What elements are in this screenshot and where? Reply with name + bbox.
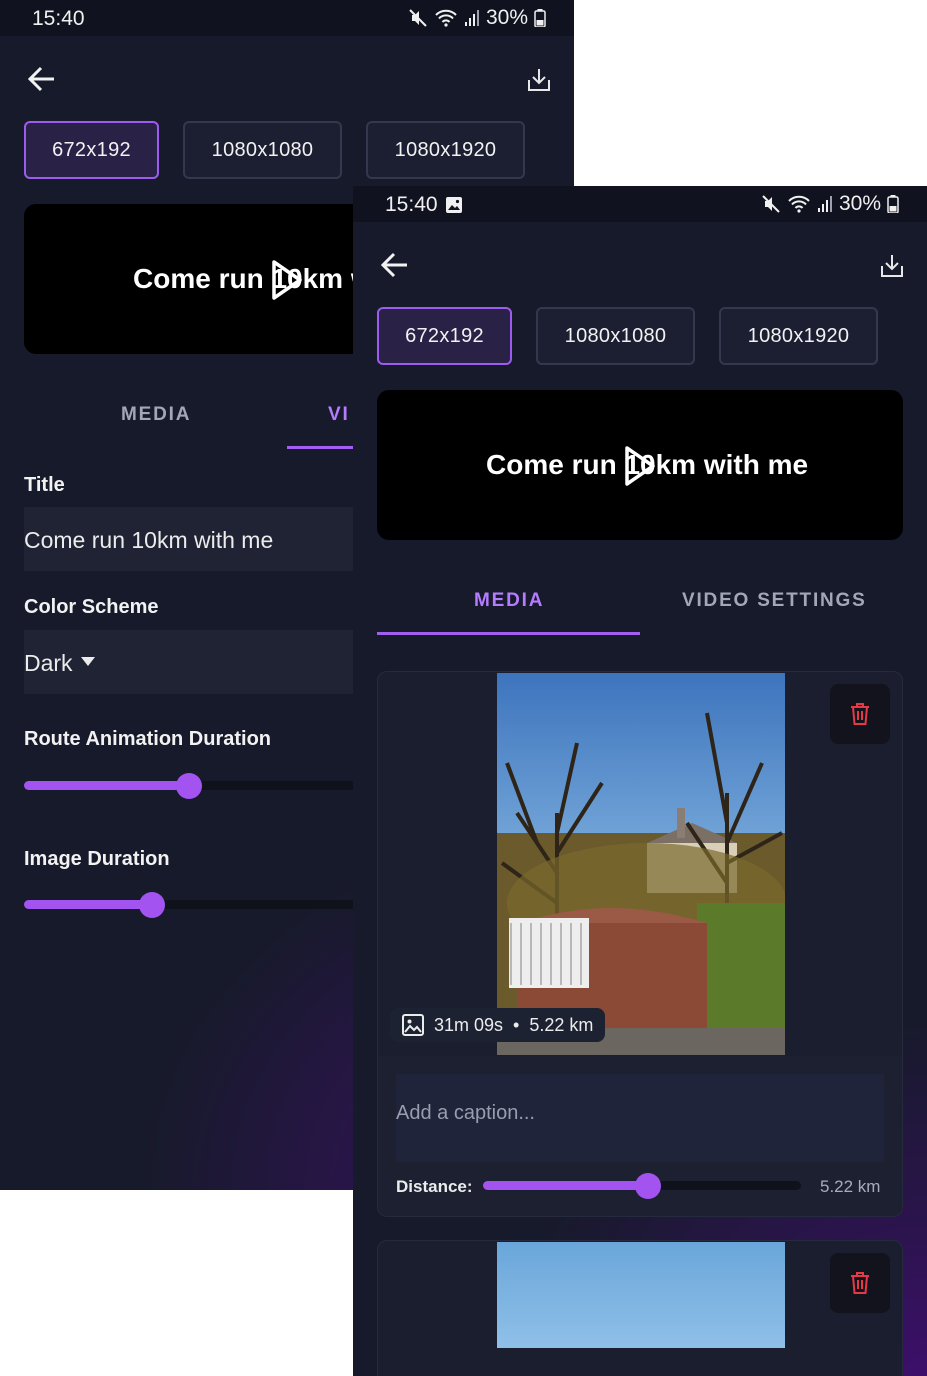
caret-down-icon: [81, 657, 95, 666]
size-button-672x192[interactable]: 672x192: [24, 121, 159, 179]
back-arrow-icon[interactable]: [379, 250, 411, 280]
status-bar: 15:40 30%: [0, 0, 574, 36]
tab-video-settings[interactable]: VIDEO SETTINGS: [682, 590, 867, 612]
delete-button[interactable]: [830, 1253, 890, 1313]
color-scheme-label: Color Scheme: [24, 596, 159, 618]
delete-button[interactable]: [830, 684, 890, 744]
back-arrow-icon[interactable]: [26, 64, 58, 94]
size-button-1080x1920[interactable]: 1080x1920: [719, 307, 878, 365]
distance-label: Distance:: [396, 1177, 473, 1196]
distance-slider[interactable]: [483, 1173, 801, 1199]
route-animation-label: Route Animation Duration: [24, 728, 272, 750]
battery-icon: [534, 9, 546, 27]
gallery-icon: [446, 197, 462, 213]
signal-icon: [817, 196, 832, 212]
mute-icon: [409, 9, 427, 27]
size-button-1080x1920[interactable]: 1080x1920: [366, 121, 525, 179]
battery-percent: 30%: [485, 6, 528, 29]
media-photo[interactable]: [497, 673, 785, 1055]
media-distance: 5.22 km: [529, 1014, 594, 1035]
size-button-1080x1080[interactable]: 1080x1080: [183, 121, 342, 179]
media-item-card: [377, 1240, 903, 1376]
tab-media[interactable]: MEDIA: [121, 404, 191, 426]
color-scheme-value: Dark: [24, 650, 73, 676]
status-time: 15:40: [385, 193, 438, 216]
video-preview[interactable]: Come run 10km with me: [377, 390, 903, 540]
caption-input[interactable]: Add a caption...: [396, 1074, 884, 1162]
distance-slider-fill: [483, 1181, 648, 1190]
distance-value: 5.22 km: [820, 1177, 881, 1196]
title-label: Title: [24, 474, 65, 496]
trash-icon: [851, 703, 869, 725]
route-animation-slider-thumb[interactable]: [176, 773, 202, 799]
front-screenshot: 15:40 30% 672x192 1080x1080 1080x1920 Co…: [353, 186, 927, 1376]
caption-placeholder: Add a caption...: [396, 1102, 535, 1124]
image-duration-label: Image Duration: [24, 848, 170, 870]
download-icon[interactable]: [880, 253, 904, 279]
tab-media[interactable]: MEDIA: [474, 590, 544, 612]
signal-icon: [464, 10, 479, 26]
status-icons: 30%: [761, 192, 899, 216]
play-icon[interactable]: [271, 259, 303, 301]
image-duration-slider-fill: [24, 900, 152, 909]
battery-percent: 30%: [838, 192, 881, 215]
size-button-672x192[interactable]: 672x192: [377, 307, 512, 365]
size-button-1080x1080[interactable]: 1080x1080: [536, 307, 695, 365]
route-animation-slider-fill: [24, 781, 189, 790]
tab-indicator: [377, 632, 640, 635]
status-bar: 15:40 30%: [353, 186, 927, 222]
image-icon: [402, 1014, 424, 1036]
play-icon[interactable]: [624, 445, 656, 487]
status-time: 15:40: [32, 7, 85, 30]
media-item-card: 31m 09s • 5.22 km Add a caption... Dista…: [377, 671, 903, 1217]
image-duration-slider-thumb[interactable]: [139, 892, 165, 918]
distance-slider-thumb[interactable]: [635, 1173, 661, 1199]
mute-icon: [762, 195, 780, 213]
download-icon[interactable]: [527, 67, 551, 93]
status-icons: 30%: [408, 6, 546, 30]
wifi-icon: [435, 9, 457, 27]
title-field-value: Come run 10km with me: [24, 527, 274, 553]
media-photo[interactable]: [497, 1242, 785, 1348]
media-meta-chip: 31m 09s • 5.22 km: [390, 1008, 606, 1042]
media-duration: 31m 09s: [434, 1014, 504, 1035]
media-meta-separator: •: [513, 1014, 520, 1035]
trash-icon: [851, 1272, 869, 1294]
battery-icon: [887, 195, 899, 213]
wifi-icon: [788, 195, 810, 213]
tab-video-settings[interactable]: VI: [328, 404, 350, 426]
